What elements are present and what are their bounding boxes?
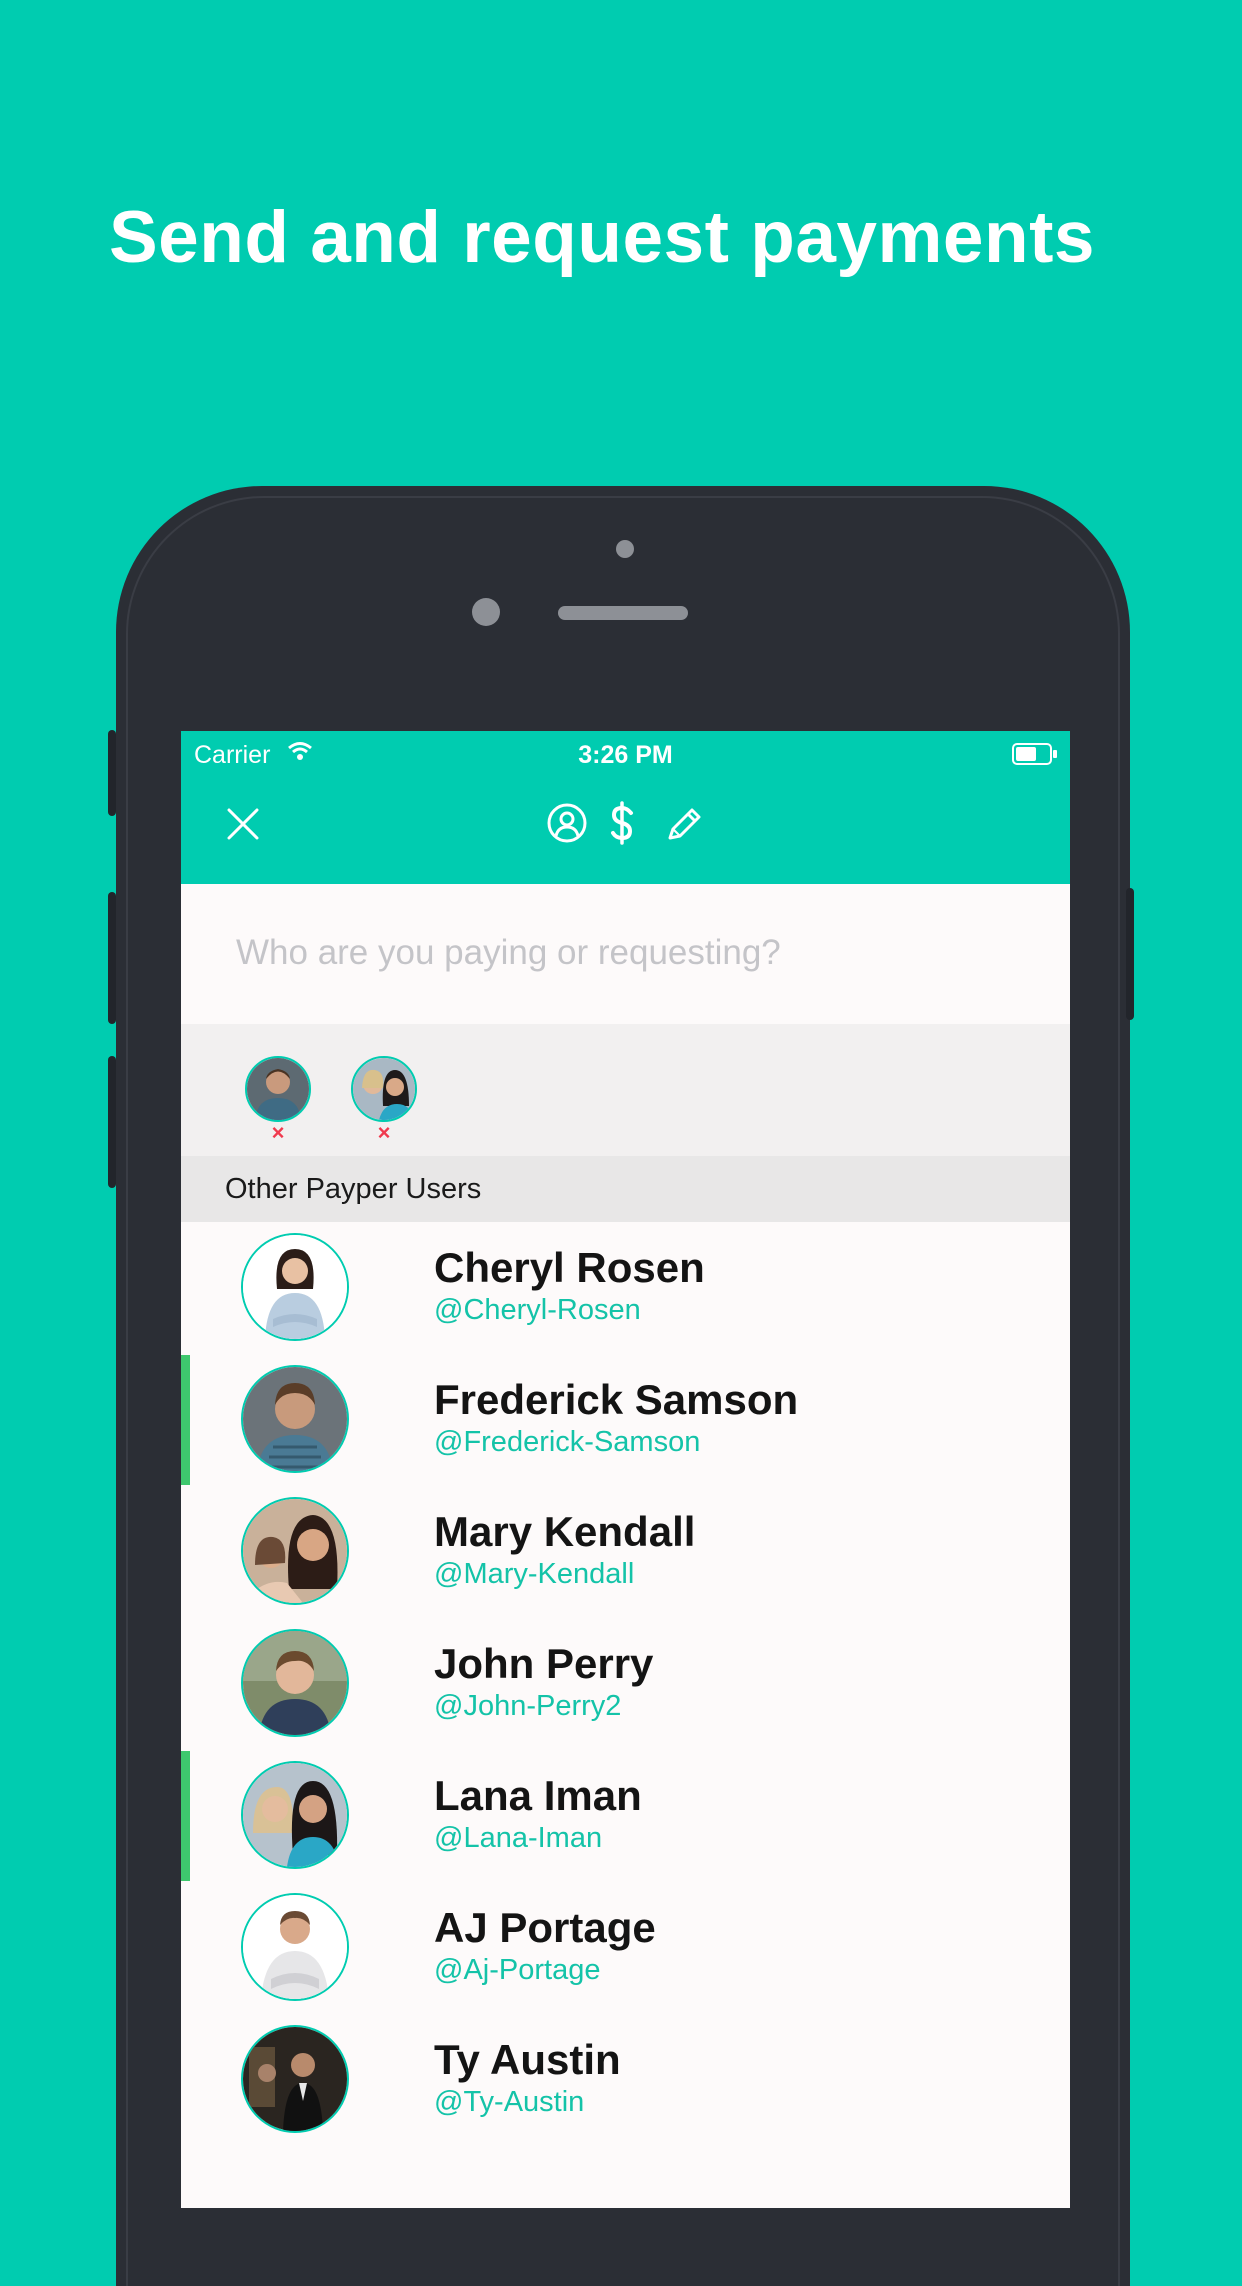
recipient-search <box>181 884 1070 1024</box>
avatar <box>241 1761 349 1869</box>
selected-indicator <box>181 1355 190 1485</box>
user-handle: @Aj-Portage <box>434 1954 601 1986</box>
selected-indicator <box>181 1751 190 1881</box>
user-row-ty-austin[interactable]: Ty Austin @Ty-Austin <box>181 2014 1070 2146</box>
avatar <box>241 1497 349 1605</box>
mute-switch <box>108 730 116 816</box>
user-list: Cheryl Rosen @Cheryl-Rosen Frederick Sam… <box>181 1222 1070 2146</box>
user-handle: @Mary-Kendall <box>434 1558 635 1590</box>
close-icon[interactable] <box>223 804 263 844</box>
volume-up-button <box>108 892 116 1024</box>
avatar <box>241 1893 349 2001</box>
user-handle: @Ty-Austin <box>434 2086 585 2118</box>
pencil-icon[interactable] <box>661 799 705 847</box>
avatar <box>351 1056 417 1122</box>
user-name: Lana Iman <box>434 1772 642 1819</box>
selected-recipient-chip[interactable]: × <box>351 1056 417 1144</box>
user-handle: @Cheryl-Rosen <box>434 1294 641 1326</box>
user-row-mary-kendall[interactable]: Mary Kendall @Mary-Kendall <box>181 1486 1070 1618</box>
remove-recipient-icon[interactable]: × <box>351 1122 417 1144</box>
proximity-sensor <box>616 540 634 558</box>
avatar <box>241 1629 349 1737</box>
user-name: AJ Portage <box>434 1904 656 1951</box>
user-name: Frederick Samson <box>434 1376 799 1423</box>
user-name: Cheryl Rosen <box>434 1244 705 1291</box>
navigation-bar <box>181 777 1070 884</box>
app-screen: Carrier 3:26 PM Who are you paying or re… <box>181 731 1070 2208</box>
status-bar: Carrier 3:26 PM <box>181 731 1070 777</box>
status-time: 3:26 PM <box>578 741 673 769</box>
volume-down-button <box>108 1056 116 1188</box>
top-bar: Carrier 3:26 PM <box>181 731 1070 884</box>
user-row-john-perry[interactable]: John Perry @John-Perry2 <box>181 1618 1070 1750</box>
avatar <box>241 1365 349 1473</box>
user-handle: @Frederick-Samson <box>434 1426 701 1458</box>
user-row-cheryl-rosen[interactable]: Cheryl Rosen @Cheryl-Rosen <box>181 1222 1070 1354</box>
user-row-frederick-samson[interactable]: Frederick Samson @Frederick-Samson <box>181 1354 1070 1486</box>
selected-recipients: × × <box>181 1024 1070 1156</box>
front-camera <box>472 598 500 626</box>
battery-icon <box>1012 743 1057 765</box>
user-name: Mary Kendall <box>434 1508 696 1555</box>
search-input[interactable] <box>234 922 1018 984</box>
remove-recipient-icon[interactable]: × <box>245 1122 311 1144</box>
user-row-lana-iman[interactable]: Lana Iman @Lana-Iman <box>181 1750 1070 1882</box>
earpiece-speaker <box>558 606 688 620</box>
section-title: Other Payper Users <box>225 1173 482 1205</box>
user-handle: @Lana-Iman <box>434 1822 603 1854</box>
user-row-aj-portage[interactable]: AJ Portage @Aj-Portage <box>181 1882 1070 2014</box>
user-name: Ty Austin <box>434 2036 621 2083</box>
avatar <box>241 1233 349 1341</box>
dollar-icon[interactable] <box>607 799 637 847</box>
power-button <box>1126 888 1134 1020</box>
section-header: Other Payper Users <box>181 1156 1070 1222</box>
avatar <box>245 1056 311 1122</box>
user-icon[interactable] <box>545 799 589 847</box>
step-icons <box>545 799 715 851</box>
user-handle: @John-Perry2 <box>434 1690 622 1722</box>
avatar <box>241 2025 349 2133</box>
selected-recipient-chip[interactable]: × <box>245 1056 311 1144</box>
user-name: John Perry <box>434 1640 654 1687</box>
promo-headline: Send and request payments <box>108 197 1096 278</box>
